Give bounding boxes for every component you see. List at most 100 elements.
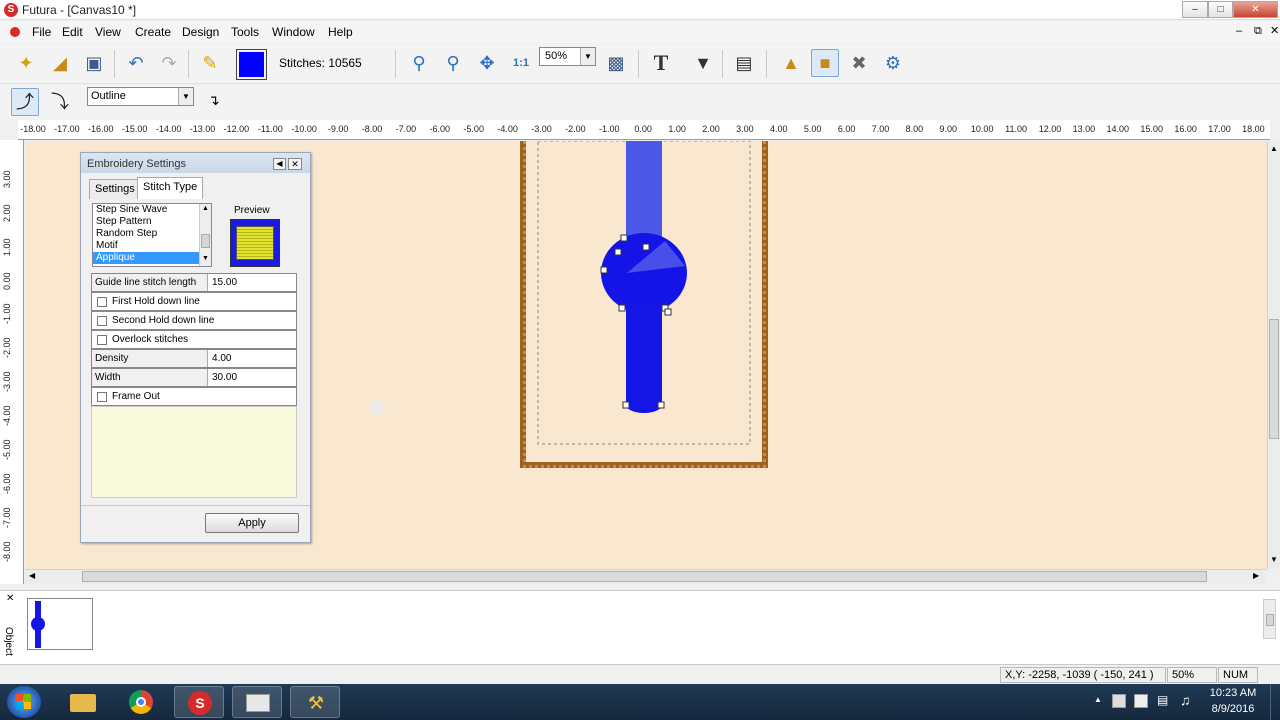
horizontal-scrollbar[interactable]: ◀ ▶ — [25, 569, 1267, 584]
ruler-tick-label: 17.00 — [1208, 124, 1231, 134]
minimize-button[interactable]: – — [1182, 1, 1208, 18]
pencil-icon[interactable]: ✎ — [196, 49, 224, 77]
guide-length-value[interactable]: 15.00 — [212, 277, 237, 288]
width-row[interactable]: Width 30.00 — [91, 368, 297, 387]
menu-help[interactable]: Help — [328, 25, 353, 39]
fit-view-icon[interactable]: ✥ — [473, 49, 501, 77]
frame-out-row[interactable]: Frame Out — [91, 387, 297, 406]
density-row[interactable]: Density 4.00 — [91, 349, 297, 368]
vertical-scrollbar[interactable]: ▲ ▼ — [1267, 141, 1280, 569]
document-icon[interactable] — [10, 27, 20, 37]
list-item[interactable]: Motif — [93, 240, 211, 252]
scroll-right-icon[interactable]: ▶ — [1253, 571, 1259, 580]
current-color-swatch[interactable] — [236, 49, 267, 80]
stitch-direction-icon[interactable]: ↴ — [208, 92, 220, 109]
menu-tools[interactable]: Tools — [231, 25, 259, 39]
tab-settings[interactable]: Settings — [89, 179, 141, 199]
objects-scroll-thumb[interactable] — [1266, 614, 1274, 626]
tools-app-icon[interactable]: ⚒ — [290, 686, 340, 718]
select-arrow-icon[interactable]: ⤴ — [11, 88, 39, 116]
device-icon[interactable] — [1134, 694, 1148, 708]
reshape-arrow-icon[interactable]: ⤵ — [46, 88, 74, 116]
open-folder-icon[interactable]: ◢ — [46, 49, 74, 77]
tab-stitch-type[interactable]: Stitch Type — [137, 177, 204, 199]
arrange-icon[interactable]: ▲ — [777, 49, 805, 77]
objects-scrollbar[interactable] — [1263, 599, 1276, 639]
ruler-tick-label: -8.00 — [361, 124, 383, 134]
dialog-close-icon[interactable]: ✕ — [288, 158, 302, 170]
folder-window-icon[interactable] — [232, 686, 282, 718]
show-desktop-button[interactable] — [1270, 684, 1280, 720]
menu-view[interactable]: View — [95, 25, 121, 39]
chevron-down-icon[interactable]: ▼ — [580, 48, 595, 65]
properties-icon[interactable]: ⚙ — [879, 49, 907, 77]
network-icon[interactable]: ▤ — [1157, 693, 1168, 707]
list-item[interactable]: Random Step — [93, 228, 211, 240]
density-value[interactable]: 4.00 — [212, 353, 231, 364]
scissors-icon[interactable]: ✖ — [845, 49, 873, 77]
close-icon[interactable]: ✕ — [6, 593, 14, 604]
zoom-out-icon[interactable]: ⚲ — [439, 49, 467, 77]
menu-window[interactable]: Window — [272, 25, 315, 39]
futura-app-icon[interactable]: S — [174, 686, 224, 718]
menu-design[interactable]: Design — [182, 25, 219, 39]
width-value[interactable]: 30.00 — [212, 372, 237, 383]
action-center-icon[interactable] — [1112, 694, 1126, 708]
list-scrollbar[interactable]: ▲ ▼ — [199, 204, 211, 266]
first-hold-row[interactable]: First Hold down line — [91, 292, 297, 311]
overlock-checkbox[interactable] — [97, 335, 107, 345]
mdi-close-icon[interactable]: ✕ — [1270, 24, 1279, 37]
menu-edit[interactable]: Edit — [62, 25, 83, 39]
vertical-scroll-thumb[interactable] — [1269, 319, 1279, 439]
scroll-left-icon[interactable]: ◀ — [29, 571, 35, 580]
monitor-icon[interactable]: ▩ — [602, 49, 630, 77]
dialog-collapse-icon[interactable]: ◀ — [273, 158, 286, 170]
list-item[interactable]: Step Sine Wave — [93, 204, 211, 216]
mdi-minimize-icon[interactable]: – — [1236, 25, 1242, 37]
first-hold-checkbox[interactable] — [97, 297, 107, 307]
mdi-restore-icon[interactable]: ⧉ — [1254, 25, 1262, 38]
file-explorer-icon[interactable] — [58, 686, 108, 718]
overlock-row[interactable]: Overlock stitches — [91, 330, 297, 349]
save-icon[interactable]: ▣ — [80, 49, 108, 77]
object-thumbnail[interactable] — [27, 598, 93, 650]
mode-select[interactable]: Outline ▼ — [87, 87, 194, 106]
list-item[interactable]: Step Pattern — [93, 216, 211, 228]
second-hold-row[interactable]: Second Hold down line — [91, 311, 297, 330]
taskbar: S ⚒ ▲ ▤ ♫ 10:23 AM 8/9/2016 — [0, 684, 1280, 720]
horizontal-scroll-thumb[interactable] — [82, 571, 1207, 582]
start-button[interactable] — [7, 686, 41, 718]
text-tool-icon[interactable]: T — [647, 49, 675, 77]
frame-out-label: Frame Out — [112, 391, 160, 402]
chevron-down-icon[interactable]: ▼ — [178, 88, 193, 105]
apply-button[interactable]: Apply — [205, 513, 299, 533]
app-icon[interactable]: S — [4, 3, 18, 17]
maximize-button[interactable]: □ — [1208, 1, 1233, 18]
undo-icon[interactable]: ↶ — [122, 49, 150, 77]
monogram-icon[interactable]: ▼ — [689, 49, 717, 77]
redo-icon[interactable]: ↷ — [155, 49, 183, 77]
frame-out-checkbox[interactable] — [97, 392, 107, 402]
close-button[interactable]: ✕ — [1233, 1, 1278, 18]
second-hold-checkbox[interactable] — [97, 316, 107, 326]
sewing-machine-icon[interactable]: ▤ — [730, 49, 758, 77]
list-scroll-thumb[interactable] — [201, 234, 210, 248]
scroll-down-icon[interactable]: ▼ — [202, 255, 209, 262]
chrome-icon[interactable] — [116, 686, 166, 718]
list-item-selected[interactable]: Applique — [93, 252, 211, 264]
scroll-down-icon[interactable]: ▼ — [1270, 555, 1278, 564]
scroll-up-icon[interactable]: ▲ — [1270, 144, 1278, 153]
menu-create[interactable]: Create — [135, 25, 171, 39]
new-file-icon[interactable]: ✦ — [12, 49, 40, 77]
stitch-type-list[interactable]: Step Sine Wave Step Pattern Random Step … — [92, 203, 212, 267]
show-hidden-icons[interactable]: ▲ — [1094, 695, 1102, 704]
menu-file[interactable]: File — [32, 25, 51, 39]
guide-length-row[interactable]: Guide line stitch length 15.00 — [91, 273, 297, 292]
scroll-up-icon[interactable]: ▲ — [202, 205, 209, 212]
actual-size-icon[interactable]: 1:1 — [507, 49, 535, 77]
zoom-in-icon[interactable]: ⚲ — [405, 49, 433, 77]
photo-stitch-icon[interactable]: ■ — [811, 49, 839, 77]
description-area — [91, 406, 297, 498]
zoom-select[interactable]: 50% ▼ — [539, 47, 596, 66]
volume-icon[interactable]: ♫ — [1180, 692, 1191, 708]
